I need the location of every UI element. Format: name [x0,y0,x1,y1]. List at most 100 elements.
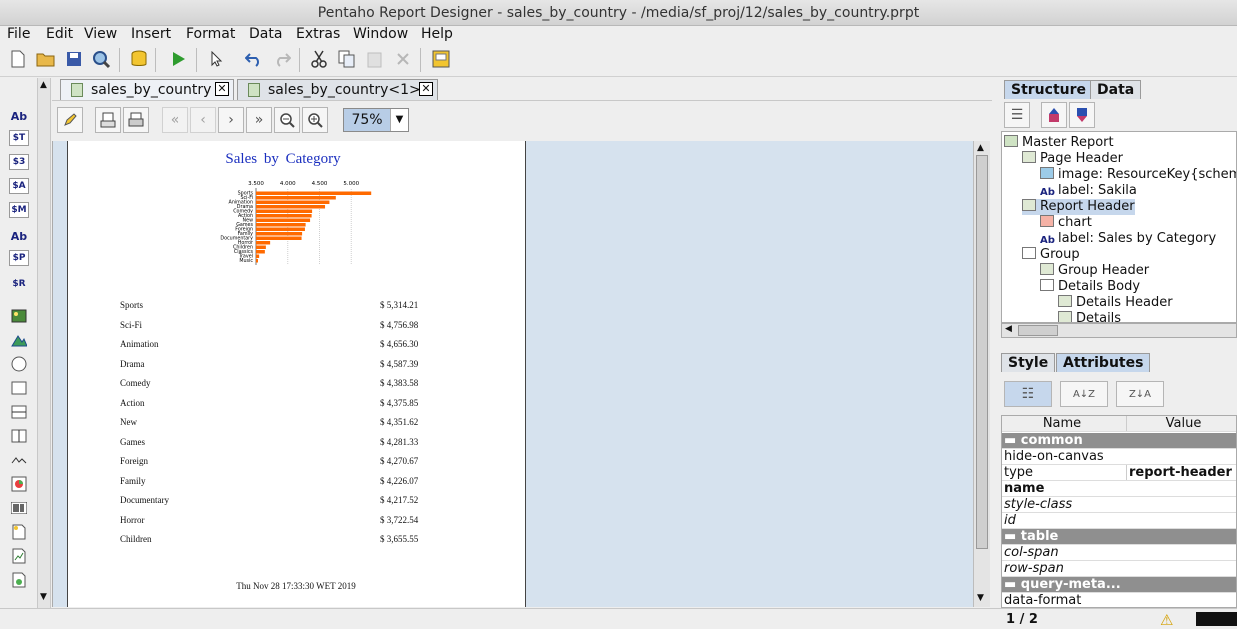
preview-icon[interactable] [89,47,113,71]
sort-descending-icon[interactable]: Z↓A [1116,381,1164,407]
menu-help[interactable]: Help [421,26,453,43]
tree-node[interactable]: Ab label: Sakila [1040,183,1137,199]
warning-icon[interactable]: ⚠ [1160,611,1173,629]
menu-window[interactable]: Window [353,26,408,43]
scroll-down-icon[interactable]: ▼ [977,593,984,603]
message-field-tool[interactable]: $M [9,202,29,218]
page-setup-icon[interactable] [95,107,121,133]
open-icon[interactable] [34,47,58,71]
tree-node[interactable]: Details [1058,311,1121,322]
tree-node[interactable]: Details Body [1040,279,1140,295]
tab-structure[interactable]: Structure [1004,80,1094,99]
tree-node[interactable]: Master Report [1004,135,1114,151]
tab-sales-by-country-1[interactable]: sales_by_country<1> ✕ [237,79,438,100]
list-icon[interactable]: ☰ [1004,102,1030,128]
tree-node[interactable]: Report Header [1022,199,1135,215]
attribute-row[interactable]: id [1002,513,1236,529]
number-field-tool[interactable]: $3 [9,154,29,170]
attribute-row[interactable]: type report-header [1002,465,1236,481]
menu-file[interactable]: File [7,26,30,43]
menu-view[interactable]: View [84,26,117,43]
attribute-row[interactable]: data-format [1002,593,1236,607]
resource-field-tool[interactable]: $P [9,250,29,266]
menu-format[interactable]: Format [186,26,235,43]
tree-node[interactable]: Page Header [1022,151,1123,167]
close-icon[interactable]: ✕ [215,82,229,96]
undo-icon[interactable] [242,47,266,71]
menu-extras[interactable]: Extras [296,26,340,43]
vertical-line-icon[interactable] [9,426,29,446]
menu-insert[interactable]: Insert [131,26,171,43]
publish-icon[interactable] [429,47,453,71]
menu-edit[interactable]: Edit [46,26,73,43]
chart-icon[interactable] [9,474,29,494]
tree-node[interactable]: Details Header [1058,295,1173,311]
resource-label-tool[interactable]: Ab [9,226,29,246]
tree-node[interactable]: Ab label: Sales by Category [1040,231,1216,247]
edit-icon[interactable] [57,107,83,133]
scroll-thumb[interactable] [1018,325,1058,336]
print-icon[interactable] [123,107,149,133]
attribute-row[interactable]: ▬ table [1002,529,1236,545]
scroll-up-icon[interactable]: ▲ [977,143,984,153]
sort-ascending-icon[interactable]: A↓Z [1060,381,1108,407]
image-field-icon[interactable] [9,306,29,326]
next-page-icon[interactable]: › [218,107,244,133]
chevron-down-icon[interactable]: ▼ [390,109,408,131]
database-icon[interactable] [127,47,151,71]
menu-data[interactable]: Data [249,26,282,43]
tree-horizontal-scrollbar[interactable]: ◀ [1001,323,1237,338]
move-down-icon[interactable] [1069,102,1095,128]
attribute-row[interactable]: ▬ query-meta... [1002,577,1236,593]
subreport-icon[interactable] [9,546,29,566]
table-of-contents-icon[interactable] [9,570,29,590]
cut-icon[interactable] [307,47,331,71]
attribute-row[interactable]: style-class [1002,497,1236,513]
attribute-row[interactable]: row-span [1002,561,1236,577]
save-icon[interactable] [62,47,86,71]
new-icon[interactable] [6,47,30,71]
date-field-tool[interactable]: $A [9,178,29,194]
attribute-row[interactable]: name [1002,481,1236,497]
previous-page-icon[interactable]: ‹ [190,107,216,133]
image-icon[interactable] [9,330,29,350]
scroll-up-icon[interactable]: ▲ [40,80,47,90]
scroll-left-icon[interactable]: ◀ [1005,324,1012,334]
first-page-icon[interactable]: « [162,107,188,133]
redo-icon[interactable] [270,47,294,71]
band-icon[interactable] [9,522,29,542]
zoom-out-icon[interactable] [274,107,300,133]
horizontal-line-icon[interactable] [9,402,29,422]
tab-sales-by-country[interactable]: sales_by_country ✕ [60,79,234,100]
delete-icon[interactable] [391,47,415,71]
scroll-thumb[interactable] [976,155,988,549]
tree-node[interactable]: chart [1040,215,1092,231]
tab-attributes[interactable]: Attributes [1056,353,1151,372]
close-icon[interactable]: ✕ [419,82,433,96]
tab-style[interactable]: Style [1001,353,1056,372]
copy-icon[interactable] [335,47,359,71]
label-tool[interactable]: Ab [9,106,29,126]
attribute-row[interactable]: hide-on-canvas [1002,449,1236,465]
paste-icon[interactable] [363,47,387,71]
select-icon[interactable] [205,47,229,71]
move-up-icon[interactable] [1041,102,1067,128]
attribute-row[interactable]: col-span [1002,545,1236,561]
ellipse-icon[interactable] [9,354,29,374]
run-icon[interactable] [166,47,190,71]
zoom-in-icon[interactable] [302,107,328,133]
rectangle-icon[interactable] [9,378,29,398]
tree-node[interactable]: Group [1022,247,1080,263]
survey-scale-icon[interactable] [9,450,29,470]
resource-message-tool[interactable]: $R [9,274,29,294]
barcode-icon[interactable] [9,498,29,518]
categorized-icon[interactable]: ☷ [1004,381,1052,407]
tree-node[interactable]: image: ResourceKey{schema [1040,167,1236,183]
zoom-select[interactable]: 75% ▼ [343,108,409,132]
tab-data[interactable]: Data [1090,80,1142,99]
palette-scrollbar[interactable]: ▲ ▼ [37,78,51,608]
attribute-value[interactable]: report-header [1126,465,1236,480]
last-page-icon[interactable]: » [246,107,272,133]
tree-node[interactable]: Group Header [1040,263,1149,279]
scroll-down-icon[interactable]: ▼ [40,592,47,602]
